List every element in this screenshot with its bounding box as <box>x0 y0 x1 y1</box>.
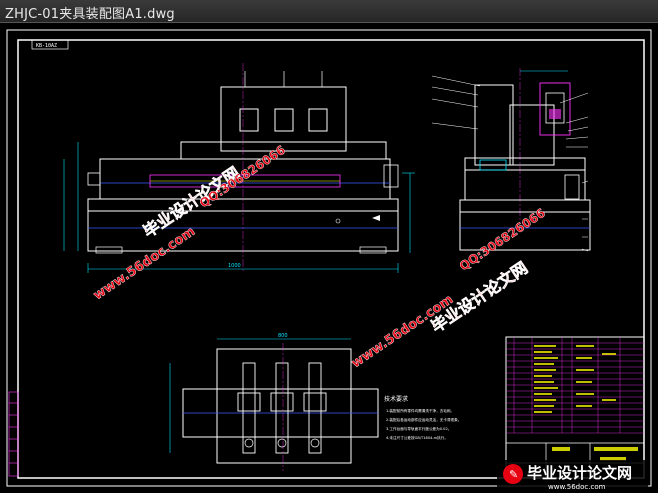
window-titlebar: ZHJC-01夹具装配图A1.dwg <box>0 0 658 23</box>
watermark-4: QQ:306826066 <box>457 206 548 274</box>
revision-table <box>8 391 19 477</box>
window-title: ZHJC-01夹具装配图A1.dwg <box>5 7 175 22</box>
title-block <box>505 336 645 479</box>
note-4: 4.未注尺寸公差按GB/T1804-m执行。 <box>386 435 448 440</box>
watermark-qq-2: QQ:306826066 <box>457 206 548 274</box>
notes-title: 技术要求 <box>384 395 408 403</box>
top-view: 800 <box>169 333 379 471</box>
dim-width-front: 1000 <box>228 263 241 269</box>
frame-tag: KB-10AZ <box>36 43 57 49</box>
watermark-3: www.56doc.com <box>91 224 199 304</box>
note-3: 3.工作台面与导轨面平行度公差为0.02。 <box>386 426 451 431</box>
technical-notes: 技术要求 1.装配前所有零件均需清洗干净，去毛刺。 2.装配后各运动部件应运动灵… <box>384 395 461 440</box>
watermark-url-1: www.56doc.com <box>91 224 198 303</box>
cad-drawing: KB-10AZ 1000 800 技术要求 1.装配前所有零件均需清洗干净，去毛… <box>6 29 652 491</box>
note-2: 2.装配后各运动部件应运动灵活，无卡滞现象。 <box>386 417 461 422</box>
footer-logo-name: 毕业设计论文网 <box>527 464 632 482</box>
side-view <box>431 68 591 252</box>
outer-border <box>6 29 652 487</box>
svg-text:✎: ✎ <box>509 468 518 481</box>
front-view: 1000 <box>63 63 415 273</box>
dim-width-top: 800 <box>278 333 288 339</box>
drawing-canvas[interactable]: KB-10AZ 1000 800 技术要求 1.装配前所有零件均需清洗干净，去毛… <box>0 23 658 493</box>
footer-logo: ✎ 毕业设计论文网 www.56doc.com <box>497 460 648 491</box>
footer-logo-url: www.56doc.com <box>548 483 606 491</box>
note-1: 1.装配前所有零件均需清洗干净，去毛刺。 <box>386 408 454 413</box>
